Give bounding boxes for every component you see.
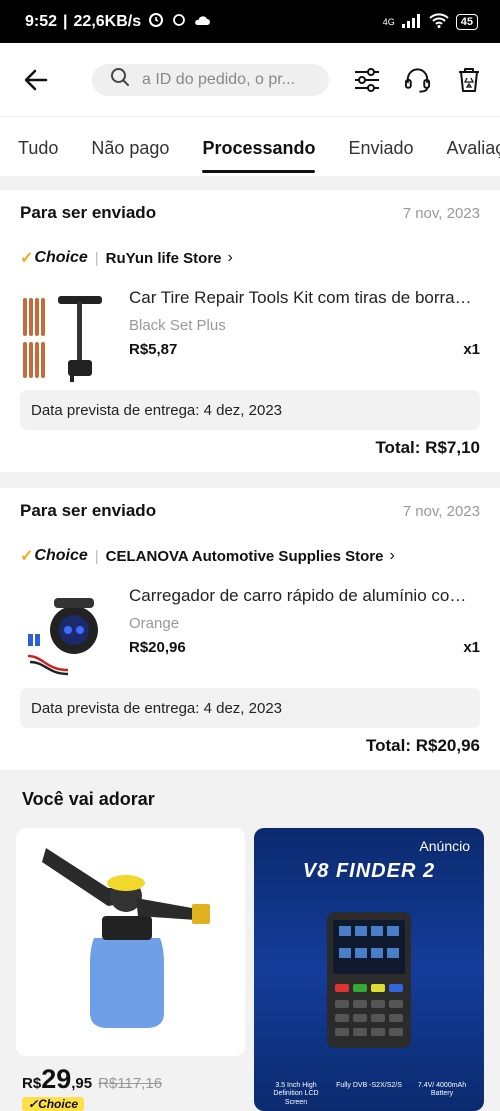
order-tabs: Tudo Não pago Processando Enviado Avalia…: [0, 116, 500, 176]
order-date: 7 nov, 2023: [402, 502, 480, 520]
search-icon: [110, 67, 130, 92]
store-name: RuYun life Store: [105, 249, 222, 267]
choice-badge: ✓Choice: [22, 1097, 85, 1111]
product-image: [16, 828, 245, 1056]
ad-title: V8 FINDER 2: [302, 860, 436, 882]
wifi-icon: [429, 13, 449, 30]
item-variant: Black Set Plus: [129, 317, 226, 334]
tab-enviado[interactable]: Enviado: [348, 138, 413, 176]
order-status: Para ser enviado: [20, 203, 157, 222]
product-price: R$ 29 ,95 R$117,16: [22, 1064, 163, 1094]
tab-avaliacao[interactable]: Avaliação: [447, 138, 500, 176]
search-bar[interactable]: [92, 63, 329, 96]
order-total: Total: R$7,10: [375, 438, 480, 457]
ad-features: 3.5 Inch High Definition LCD Screen Full…: [262, 1082, 476, 1107]
order-total: Total: R$20,96: [365, 736, 480, 755]
top-bar: [0, 43, 500, 116]
choice-logo: ✓ Choice: [20, 547, 88, 565]
tab-tudo[interactable]: Tudo: [18, 138, 58, 176]
item-title: Carregador de carro rápido de alumínio c…: [129, 586, 480, 605]
back-arrow-icon[interactable]: [22, 66, 50, 94]
trash-icon[interactable]: [455, 66, 482, 93]
item-title: Car Tire Repair Tools Kit com tiras de b…: [129, 288, 480, 307]
chevron-right-icon: ›: [227, 249, 233, 266]
product-image: [20, 586, 108, 686]
ad-card[interactable]: Anúncio V8 FINDER 2 3.5 Inch High Defini…: [254, 828, 484, 1111]
headset-icon[interactable]: [404, 66, 431, 93]
order-item[interactable]: Car Tire Repair Tools Kit com tiras de b…: [20, 280, 480, 390]
search-input[interactable]: [142, 70, 312, 89]
cloud-icon: [193, 13, 211, 31]
item-qty: x1: [463, 341, 480, 358]
check-icon: ✓: [20, 250, 34, 267]
choice-logo: ✓ Choice: [20, 249, 88, 267]
ad-label: Anúncio: [419, 838, 470, 854]
order-item[interactable]: Carregador de carro rápido de alumínio c…: [20, 578, 480, 688]
tab-processando[interactable]: Processando: [202, 138, 316, 176]
product-card[interactable]: [16, 828, 245, 1056]
item-variant: Orange: [129, 615, 180, 632]
ad-feature: 3.5 Inch High Definition LCD Screen: [273, 1081, 319, 1106]
filter-icon[interactable]: [353, 66, 380, 93]
order-card[interactable]: Para ser enviado 7 nov, 2023 ✓ Choice | C…: [0, 488, 500, 770]
check-icon: ✓: [20, 548, 34, 565]
delivery-estimate: Data prevista de entrega: 4 dez, 2023: [20, 390, 480, 430]
ad-feature: 7.4V/ 4000mAh Battery: [417, 1081, 467, 1098]
order-status: Para ser enviado: [20, 501, 157, 520]
device-image: [327, 912, 411, 1048]
item-price: R$20,96: [129, 639, 186, 656]
status-bar: 9:52 | 22,6KB/s 4G 45: [0, 0, 500, 43]
clock: 9:52: [25, 12, 58, 30]
ad-feature: Fully DVB -S2X/S2/S: [336, 1081, 402, 1089]
item-qty: x1: [463, 639, 480, 656]
order-date: 7 nov, 2023: [402, 204, 480, 222]
battery-icon: 45: [455, 13, 478, 30]
signal-icon: [401, 13, 422, 30]
order-card[interactable]: Para ser enviado 7 nov, 2023 ✓ Choice | R…: [0, 190, 500, 472]
tab-nao-pago[interactable]: Não pago: [91, 138, 169, 176]
product-old-price: R$117,16: [98, 1075, 163, 1092]
store-link[interactable]: ✓ Choice | CELANOVA Automotive Supplies S…: [20, 534, 480, 578]
alarm-icon: [147, 10, 165, 33]
network-type: 4G: [382, 16, 395, 27]
delivery-estimate: Data prevista de entrega: 4 dez, 2023: [20, 688, 480, 728]
recommendations-title: Você vai adorar: [22, 789, 155, 809]
app-notification-icon: [171, 11, 187, 32]
store-name: CELANOVA Automotive Supplies Store: [105, 547, 384, 565]
network-speed: 22,6KB/s: [73, 12, 142, 30]
store-link[interactable]: ✓ Choice | RuYun life Store ›: [20, 236, 480, 280]
product-image: [20, 288, 108, 388]
chevron-right-icon: ›: [389, 547, 395, 564]
item-price: R$5,87: [129, 341, 178, 358]
